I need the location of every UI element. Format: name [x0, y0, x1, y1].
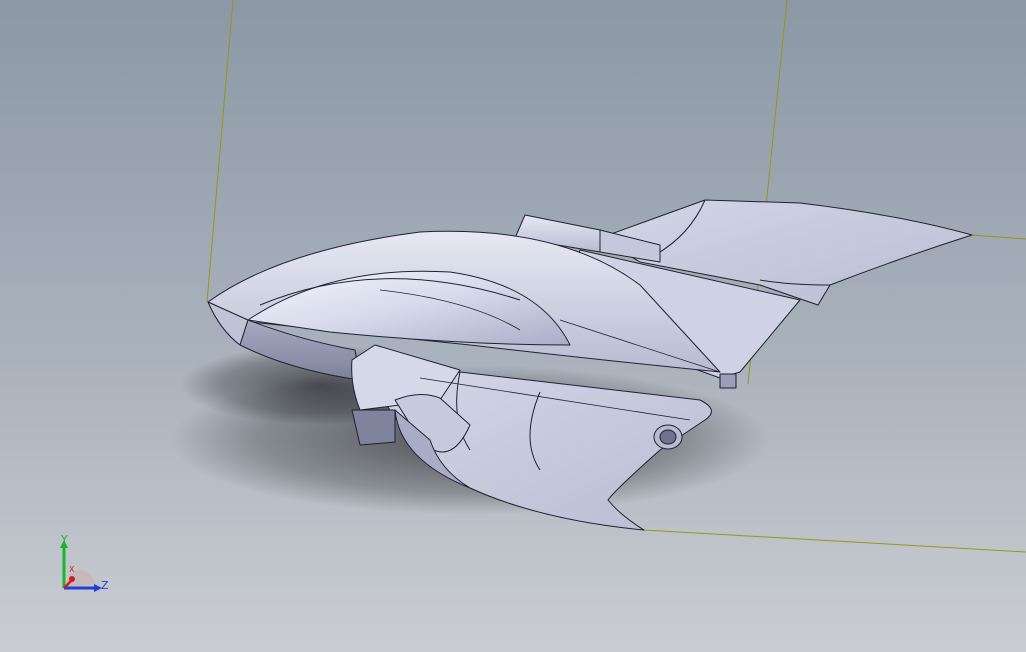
z-axis-label: Z: [101, 579, 109, 592]
x-axis-label: X: [69, 565, 75, 574]
y-axis-label: Y: [61, 533, 68, 546]
graphics-viewport[interactable]: Y X Z: [0, 0, 1026, 652]
model-view[interactable]: [0, 0, 1026, 652]
axis-triad[interactable]: Y X Z: [52, 532, 116, 598]
